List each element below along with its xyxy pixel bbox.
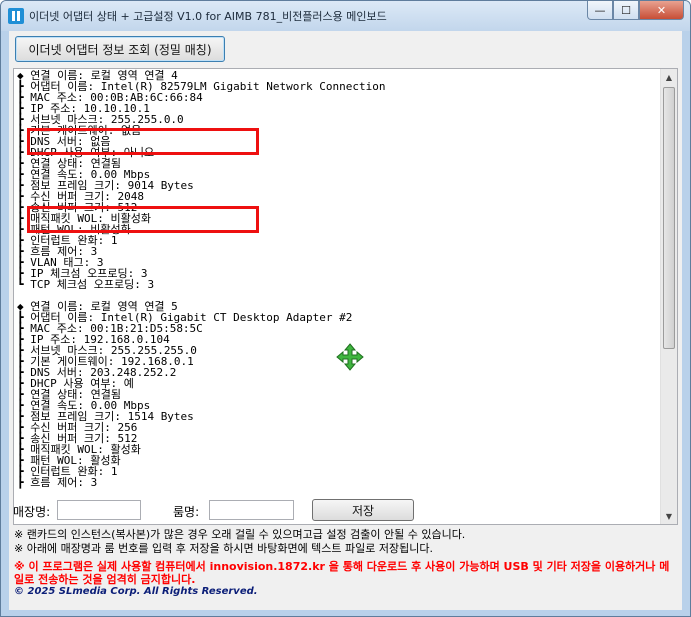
copyright-notice: © 2025 SLmedia Corp. All Rights Reserved… [14, 586, 258, 597]
output-line: ┣ 인터럽트 완화: 1 [17, 465, 118, 478]
usage-warning: ※ 이 프로그램은 실제 사용할 컴퓨터에서 innovision.1872.k… [14, 560, 670, 586]
close-button[interactable]: ✕ [639, 1, 684, 20]
output-line: ┣ 기본 게이트웨이: 없음 [17, 124, 142, 137]
room-name-label: 룸명: [173, 505, 200, 519]
output-line: ┣ 흐름 제어: 3 [17, 245, 98, 258]
room-name-input[interactable] [209, 500, 294, 520]
window-controls: — ☐ ✕ [587, 1, 684, 21]
title-bar[interactable]: 이더넷 어댑터 상태 + 고급설정 V1.0 for AIMB 781_비전플러… [1, 1, 690, 31]
maximize-button[interactable]: ☐ [613, 1, 639, 20]
output-line: ┗ TCP 체크섬 오프로딩: 3 [17, 278, 155, 291]
output-lines: ◆ 연결 이름: 로컬 영역 연결 4 ┣ 어댑터 이름: Intel(R) 82… [17, 70, 657, 488]
adapter-info-output[interactable]: ◆ 연결 이름: 로컬 영역 연결 4 ┣ 어댑터 이름: Intel(R) 82… [13, 68, 678, 525]
store-name-label: 매장명: [13, 505, 51, 519]
minimize-button[interactable]: — [587, 1, 613, 20]
client-area: 이더넷 어댑터 정보 조회 (정밀 매칭) ◆ 연결 이름: 로컬 영역 연결 … [9, 31, 682, 610]
window-title: 이더넷 어댑터 상태 + 고급설정 V1.0 for AIMB 781_비전플러… [29, 10, 387, 23]
output-line: ┣ 인터럽트 완화: 1 [17, 234, 118, 247]
move-cursor-icon [336, 343, 364, 371]
scroll-down-arrow-icon[interactable]: ▼ [661, 508, 677, 524]
app-window: 이더넷 어댑터 상태 + 고급설정 V1.0 for AIMB 781_비전플러… [0, 0, 691, 617]
query-adapter-info-button[interactable]: 이더넷 어댑터 정보 조회 (정밀 매칭) [15, 36, 225, 62]
scroll-up-arrow-icon[interactable]: ▲ [661, 69, 677, 85]
store-name-input[interactable] [57, 500, 141, 520]
note-save-instructions: ※ 아래에 매장명과 룸 번호를 입력 후 저장을 하시면 바탕화면에 텍스트 … [14, 542, 433, 555]
save-button[interactable]: 저장 [312, 499, 414, 521]
vertical-scrollbar[interactable]: ▲ ▼ [660, 69, 677, 524]
scrollbar-thumb[interactable] [663, 87, 675, 349]
output-line: ┣ 흐름 제어: 3 [17, 476, 98, 489]
network-adapter-icon [8, 8, 24, 24]
